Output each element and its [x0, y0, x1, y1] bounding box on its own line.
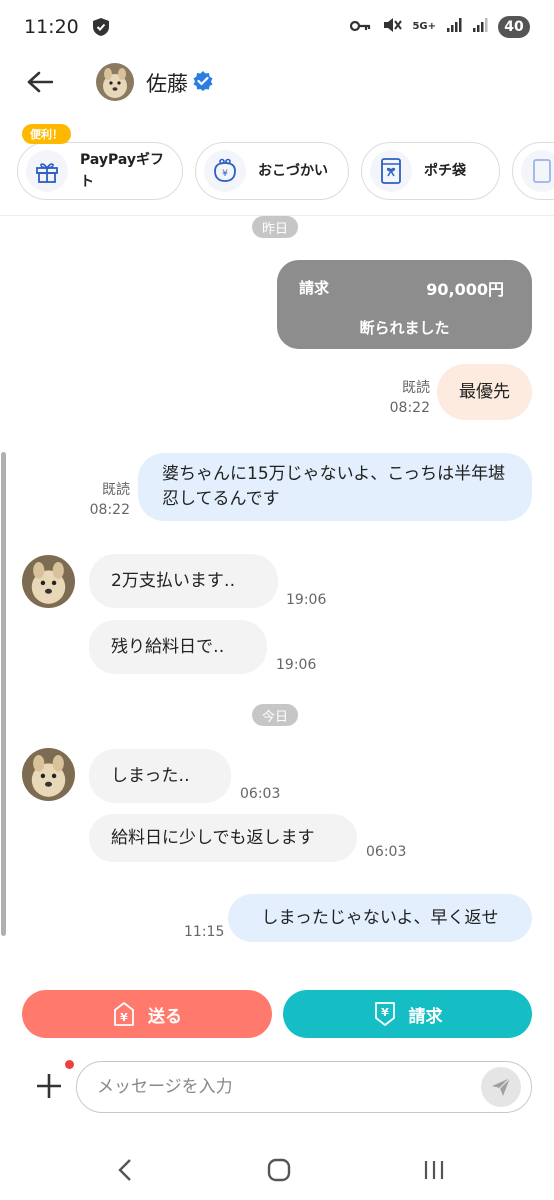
message-text: 最優先 — [459, 381, 510, 402]
battery-level: 40 — [498, 16, 530, 38]
date-divider-today: 今日 — [252, 704, 299, 726]
message-meta: 既読 08:22 — [372, 378, 430, 418]
back-button[interactable] — [22, 64, 58, 100]
request-card[interactable]: 請求 90,000円 断られました — [277, 260, 532, 349]
message-time: 19:06 — [286, 592, 327, 608]
yen-send-icon: ¥ — [114, 1002, 134, 1026]
send-money-button[interactable]: ¥ 送る — [22, 990, 272, 1038]
message-text: しまった‥ — [111, 765, 190, 786]
attach-button[interactable] — [34, 1071, 64, 1101]
nav-back-button[interactable] — [105, 1154, 145, 1186]
message-text: 給料日に少しでも返します — [111, 827, 315, 848]
more-actions-button[interactable] — [512, 142, 554, 200]
message-time: 06:03 — [240, 786, 281, 802]
scrollbar[interactable] — [1, 452, 6, 936]
gift-icon — [26, 150, 68, 192]
allowance-label: おこづかい — [258, 163, 328, 179]
request-card-status: 断られました — [359, 319, 450, 337]
svg-text:¥: ¥ — [381, 1006, 389, 1019]
mute-icon — [382, 16, 403, 39]
request-money-button[interactable]: ¥ 請求 — [283, 990, 532, 1038]
message-bubble[interactable]: 婆ちゃんに15万じゃないよ、こっちは半年堪忍してるんです — [138, 453, 532, 521]
nav-home-button[interactable] — [259, 1154, 299, 1186]
request-money-label: 請求 — [408, 1006, 443, 1027]
message-time: 06:03 — [366, 844, 407, 860]
message-time: 19:06 — [276, 657, 317, 673]
request-card-amount: 90,000円 — [426, 280, 504, 299]
nav-recents-button[interactable] — [414, 1154, 454, 1186]
message-bubble[interactable]: 残り給料日で‥ — [89, 620, 267, 674]
envelope-icon — [370, 150, 412, 192]
status-bar: 11:20 5G+ 40 — [0, 0, 554, 54]
recents-icon — [424, 1161, 444, 1179]
message-bubble[interactable]: 給料日に少しでも返します — [89, 814, 357, 862]
signal-icon-2 — [472, 16, 488, 38]
message-text: しまったじゃないよ、早く返せ — [261, 907, 499, 928]
verified-badge-icon — [192, 70, 214, 92]
signal-icon — [446, 16, 462, 38]
read-receipt: 既読 — [102, 482, 130, 498]
message-bubble[interactable]: 2万支払います‥ — [89, 554, 278, 608]
sender-avatar[interactable] — [22, 555, 75, 608]
message-meta: 既読 08:22 — [72, 480, 130, 520]
plus-icon — [37, 1074, 61, 1098]
coin-purse-icon: ¥ — [204, 150, 246, 192]
paypay-gift-button[interactable]: PayPayギフト — [17, 142, 183, 200]
chevron-left-icon — [118, 1159, 131, 1181]
message-text: 婆ちゃんに15万じゃないよ、こっちは半年堪忍してるんです — [162, 464, 506, 509]
message-bubble[interactable]: 最優先 — [437, 364, 532, 420]
convenient-badge: 便利！ — [22, 124, 71, 144]
message-bubble[interactable]: しまった‥ — [89, 749, 231, 803]
pochi-envelope-label: ポチ袋 — [424, 163, 466, 179]
chat-header: 佐藤 — [0, 54, 554, 110]
paper-plane-icon — [492, 1077, 511, 1096]
message-time: 08:22 — [89, 502, 130, 518]
request-card-label: 請求 — [299, 279, 330, 297]
contact-name: 佐藤 — [146, 72, 188, 96]
message-text: 2万支払います‥ — [111, 570, 236, 591]
system-nav-bar — [0, 1140, 554, 1200]
key-icon — [350, 16, 372, 38]
message-input[interactable] — [76, 1061, 532, 1113]
allowance-button[interactable]: ¥ おこづかい — [195, 142, 349, 200]
message-bubble[interactable]: しまったじゃないよ、早く返せ — [228, 894, 532, 942]
document-icon — [521, 150, 554, 192]
pochi-envelope-button[interactable]: ポチ袋 — [361, 142, 500, 200]
status-time: 11:20 — [24, 16, 79, 38]
message-time: 08:22 — [389, 400, 430, 416]
contact-avatar[interactable] — [96, 63, 134, 101]
date-divider-yesterday: 昨日 — [252, 216, 299, 238]
send-money-label: 送る — [148, 1006, 182, 1027]
avatar — [22, 748, 75, 801]
status-icons: 5G+ 40 — [350, 16, 530, 39]
home-icon — [267, 1158, 291, 1182]
arrow-left-icon — [27, 71, 53, 93]
read-receipt: 既読 — [402, 380, 430, 396]
shield-icon — [91, 17, 111, 37]
message-time: 11:15 — [184, 924, 225, 940]
message-text: 残り給料日で‥ — [111, 636, 225, 657]
yen-request-icon: ¥ — [374, 1002, 395, 1026]
quick-actions-bar: PayPayギフト 便利！ ¥ おこづかい ポチ袋 — [0, 120, 554, 216]
avatar — [22, 555, 75, 608]
send-message-button[interactable] — [481, 1067, 521, 1107]
svg-text:¥: ¥ — [120, 1011, 128, 1024]
notification-dot — [65, 1060, 74, 1069]
paypay-gift-label: PayPayギフト — [80, 152, 165, 190]
sender-avatar[interactable] — [22, 748, 75, 801]
svg-text:¥: ¥ — [222, 169, 228, 179]
network-type: 5G+ — [412, 21, 436, 32]
